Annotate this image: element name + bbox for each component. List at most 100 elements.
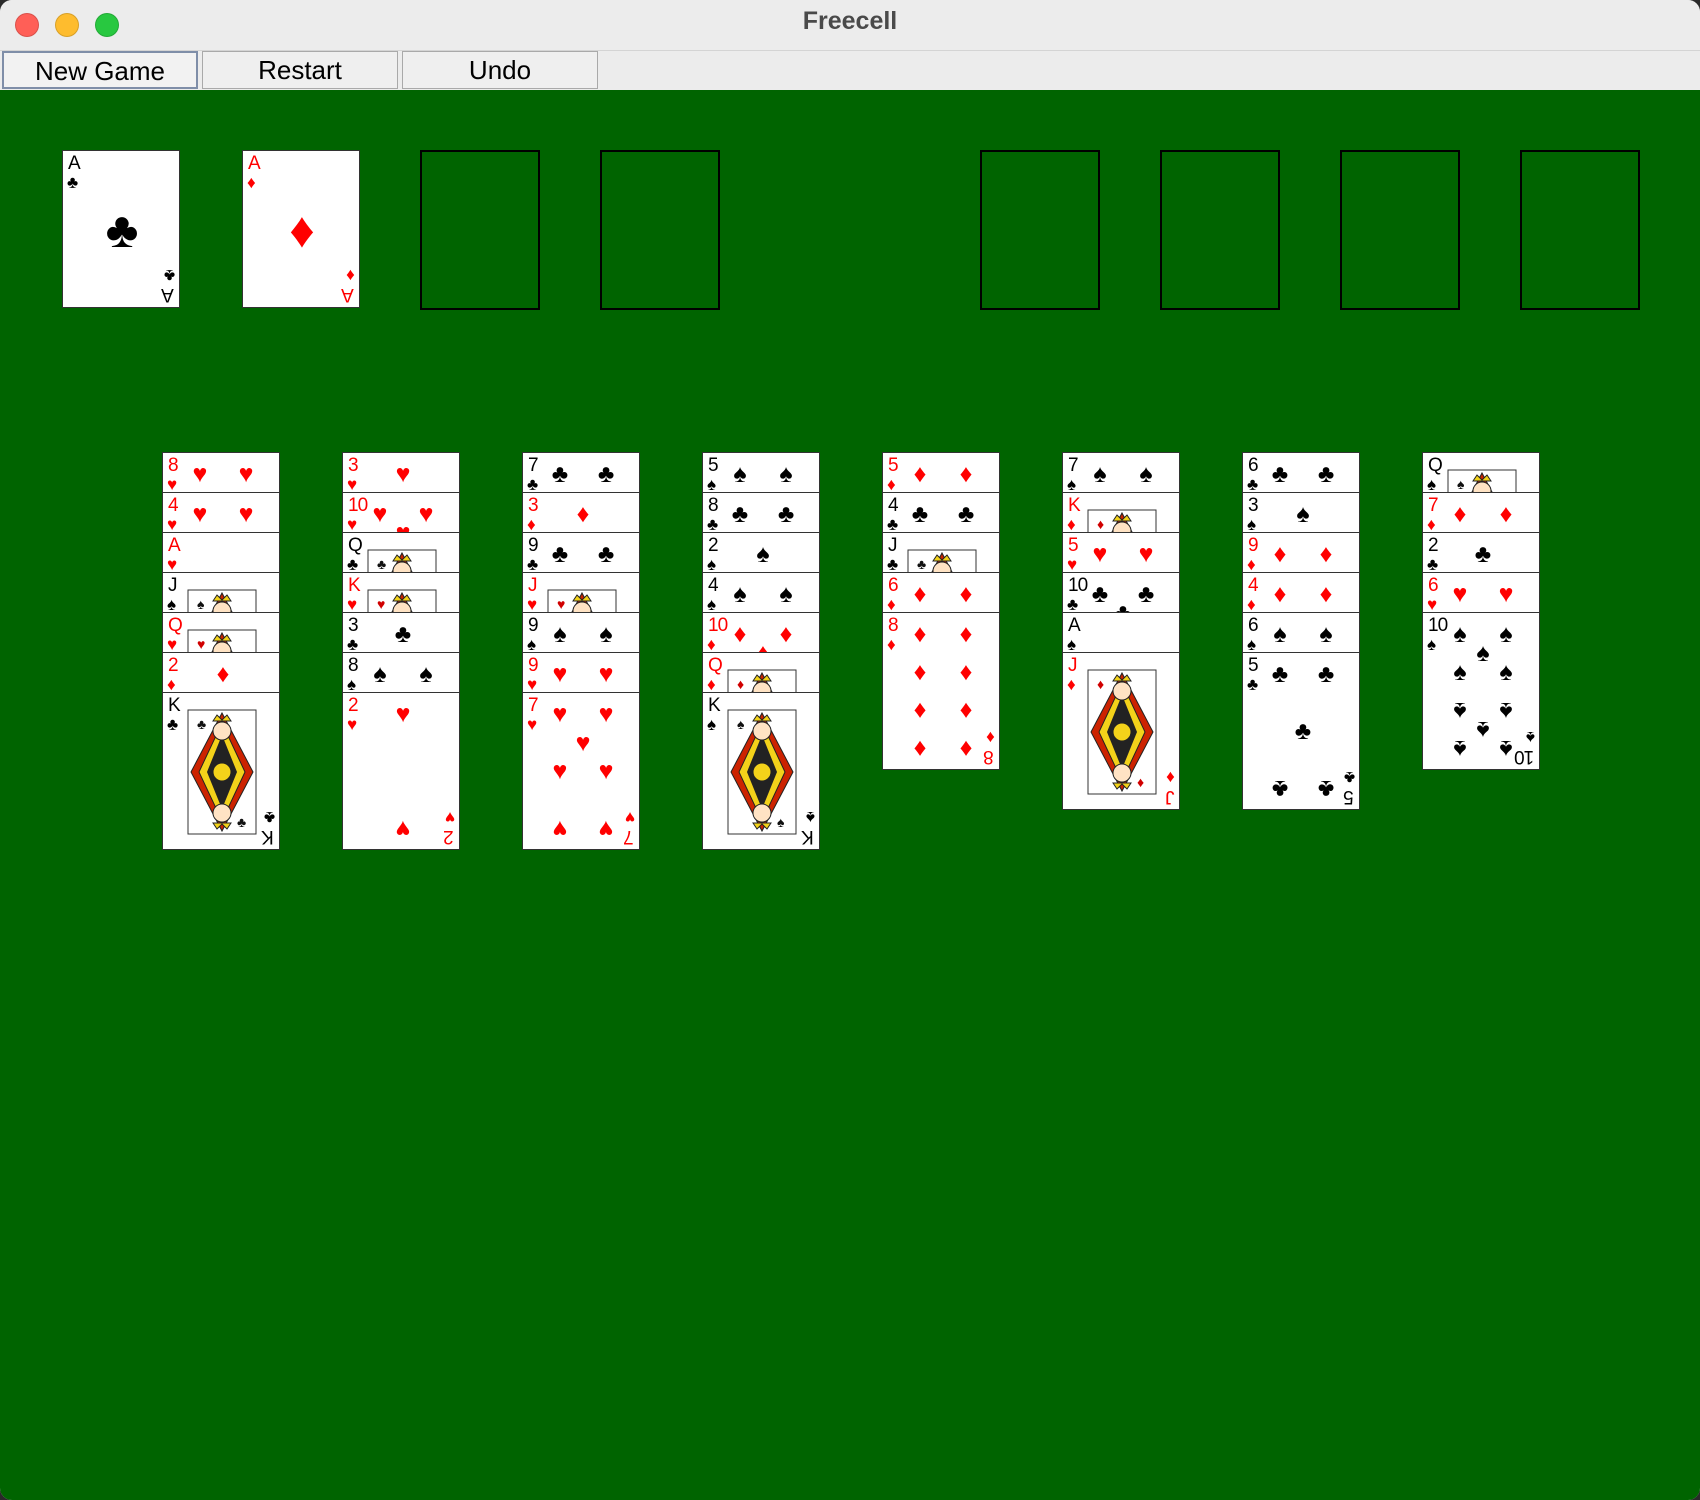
diamonds-suit-icon: ♦	[1166, 768, 1175, 787]
card-rank: 2	[168, 655, 179, 676]
spades-suit-icon: ♠	[1247, 635, 1257, 654]
card-rank: 3	[1248, 495, 1259, 516]
card-rank-inverted: J	[1165, 786, 1175, 807]
card-rank: 8	[708, 495, 719, 516]
top-left-cell-3[interactable]	[420, 150, 540, 310]
top-left-cell-2-card[interactable]: A ♦ ♦ A ♦	[242, 150, 360, 308]
clubs-suit-icon: ♣	[167, 715, 179, 734]
svg-text:♥: ♥	[557, 596, 565, 612]
card-rank: 4	[888, 495, 899, 516]
clubs-pip-icon: ♣	[551, 460, 569, 489]
top-left-cell-1-card[interactable]: A ♣ ♣ A ♣	[62, 150, 180, 308]
clubs-suit-icon: ♣	[887, 515, 899, 534]
card-pips: ♥ ♥	[367, 693, 439, 849]
hearts-pip-icon: ♥	[395, 700, 411, 729]
card-rank: 5	[708, 455, 719, 476]
hearts-pip-icon: ♥	[395, 460, 411, 489]
card-rank: 5	[888, 455, 899, 476]
diamonds-suit-icon: ♦	[1067, 515, 1076, 534]
card-rank: K	[1068, 495, 1081, 516]
clubs-suit-icon: ♣	[347, 635, 359, 654]
hearts-pip-icon: ♥	[395, 814, 411, 843]
hearts-pip-icon: ♥	[552, 814, 568, 843]
card-rank-inverted: 2	[444, 826, 454, 847]
top-right-cell-3[interactable]	[1340, 150, 1460, 310]
spades-pip-icon: ♠	[1139, 460, 1153, 489]
card-rank: 9	[528, 535, 539, 556]
tableau-card[interactable]: J ♦ ♦ ♦ J ♦	[1062, 652, 1180, 810]
top-right-cell-1[interactable]	[980, 150, 1100, 310]
svg-text:♣: ♣	[197, 716, 206, 732]
tableau-card[interactable]: 2 ♥ ♥ ♥ 2 ♥	[342, 692, 460, 850]
card-rank: J	[888, 535, 897, 556]
spades-pip-icon: ♠	[1296, 500, 1310, 529]
svg-text:♥: ♥	[377, 596, 385, 612]
spades-suit-icon: ♠	[347, 675, 357, 694]
spades-pip-icon: ♠	[553, 620, 567, 649]
card-rank-inverted: 10	[1514, 746, 1534, 767]
hearts-suit-icon: ♥	[347, 475, 358, 494]
hearts-pip-icon: ♥	[1092, 540, 1108, 569]
card-rank: 10	[1068, 575, 1088, 596]
title-bar[interactable]: Freecell	[0, 0, 1700, 51]
card-rank: 3	[348, 455, 359, 476]
hearts-pip-icon: ♥	[238, 460, 254, 489]
hearts-suit-icon: ♥	[1427, 595, 1438, 614]
card-rank-inverted: K	[262, 826, 274, 847]
diamonds-pip-icon: ♦	[1319, 580, 1333, 609]
svg-text:♣: ♣	[237, 814, 246, 830]
hearts-pip-icon: ♥	[418, 500, 434, 529]
svg-text:♠: ♠	[1457, 476, 1465, 492]
hearts-suit-icon: ♥	[527, 715, 538, 734]
svg-text:♣: ♣	[917, 556, 926, 572]
tableau-card[interactable]: 5 ♣ ♣ ♣ ♣ ♣ ♣ 5 ♣	[1242, 652, 1360, 810]
hearts-pip-icon: ♥	[598, 757, 614, 785]
svg-text:♦: ♦	[1097, 516, 1104, 532]
hearts-pip-icon: ♥	[1452, 580, 1468, 609]
tableau-card[interactable]: K ♠ ♠ ♠ K ♠	[702, 692, 820, 850]
hearts-suit-icon: ♥	[527, 595, 538, 614]
svg-text:♠: ♠	[777, 814, 785, 830]
hearts-suit-icon: ♥	[347, 595, 358, 614]
diamonds-suit-icon: ♦	[986, 728, 995, 747]
clubs-suit-icon: ♣	[707, 515, 719, 534]
card-rank: 8	[348, 655, 359, 676]
diamonds-pip-icon: ♦	[779, 620, 793, 649]
svg-text:♦: ♦	[1137, 774, 1144, 790]
diamonds-suit-icon: ♦	[887, 475, 896, 494]
card-rank: 2	[708, 535, 719, 556]
card-rank: 8	[888, 615, 899, 636]
hearts-suit-icon: ♥	[527, 675, 538, 694]
spades-suit-icon: ♠	[1067, 475, 1077, 494]
clubs-suit-icon: ♣	[1247, 675, 1259, 694]
top-right-cell-4[interactable]	[1520, 150, 1640, 310]
hearts-pip-icon: ♥	[598, 660, 614, 689]
top-right-cell-2[interactable]	[1160, 150, 1280, 310]
spades-pip-icon: ♠	[733, 580, 747, 609]
diamonds-pip-icon: ♦	[913, 460, 927, 489]
tableau-card[interactable]: 8 ♦ ♦ ♦ ♦ ♦ ♦ ♦ ♦ ♦ 8 ♦	[882, 612, 1000, 770]
svg-text:♣: ♣	[377, 556, 386, 572]
tableau-card[interactable]: K ♣ ♣ ♣ K ♣	[162, 692, 280, 850]
hearts-pip-icon: ♥	[238, 500, 254, 529]
face-portrait-icon: ♠♠	[727, 709, 797, 835]
clubs-suit-icon: ♣	[1247, 475, 1259, 494]
clubs-pip-icon: ♣	[1474, 540, 1492, 569]
spades-pip-icon: ♠	[1499, 658, 1513, 687]
new-game-button[interactable]: New Game	[2, 51, 198, 89]
restart-button[interactable]: Restart	[202, 51, 398, 89]
top-left-cell-4[interactable]	[600, 150, 720, 310]
hearts-suit-icon: ♥	[167, 475, 178, 494]
undo-button[interactable]: Undo	[402, 51, 598, 89]
spades-pip-icon: ♠	[1499, 620, 1513, 649]
hearts-suit-icon: ♥	[624, 808, 635, 827]
diamonds-pip-icon: ♦	[959, 734, 973, 763]
clubs-pip-icon: ♣	[551, 540, 569, 569]
spades-pip-icon: ♠	[599, 620, 613, 649]
hearts-suit-icon: ♥	[167, 635, 178, 654]
diamonds-pip-icon: ♦	[1319, 540, 1333, 569]
tableau-card[interactable]: 7 ♥ ♥ ♥ ♥ ♥ ♥ ♥ ♥ 7 ♥	[522, 692, 640, 850]
tableau-card[interactable]: 10 ♠ ♠ ♠ ♠ ♠ ♠ ♠ ♠ ♠ ♠ ♠ 10 ♠	[1422, 612, 1540, 770]
diamonds-pip-icon: ♦	[959, 620, 973, 649]
spades-pip-icon: ♠	[1499, 696, 1513, 725]
